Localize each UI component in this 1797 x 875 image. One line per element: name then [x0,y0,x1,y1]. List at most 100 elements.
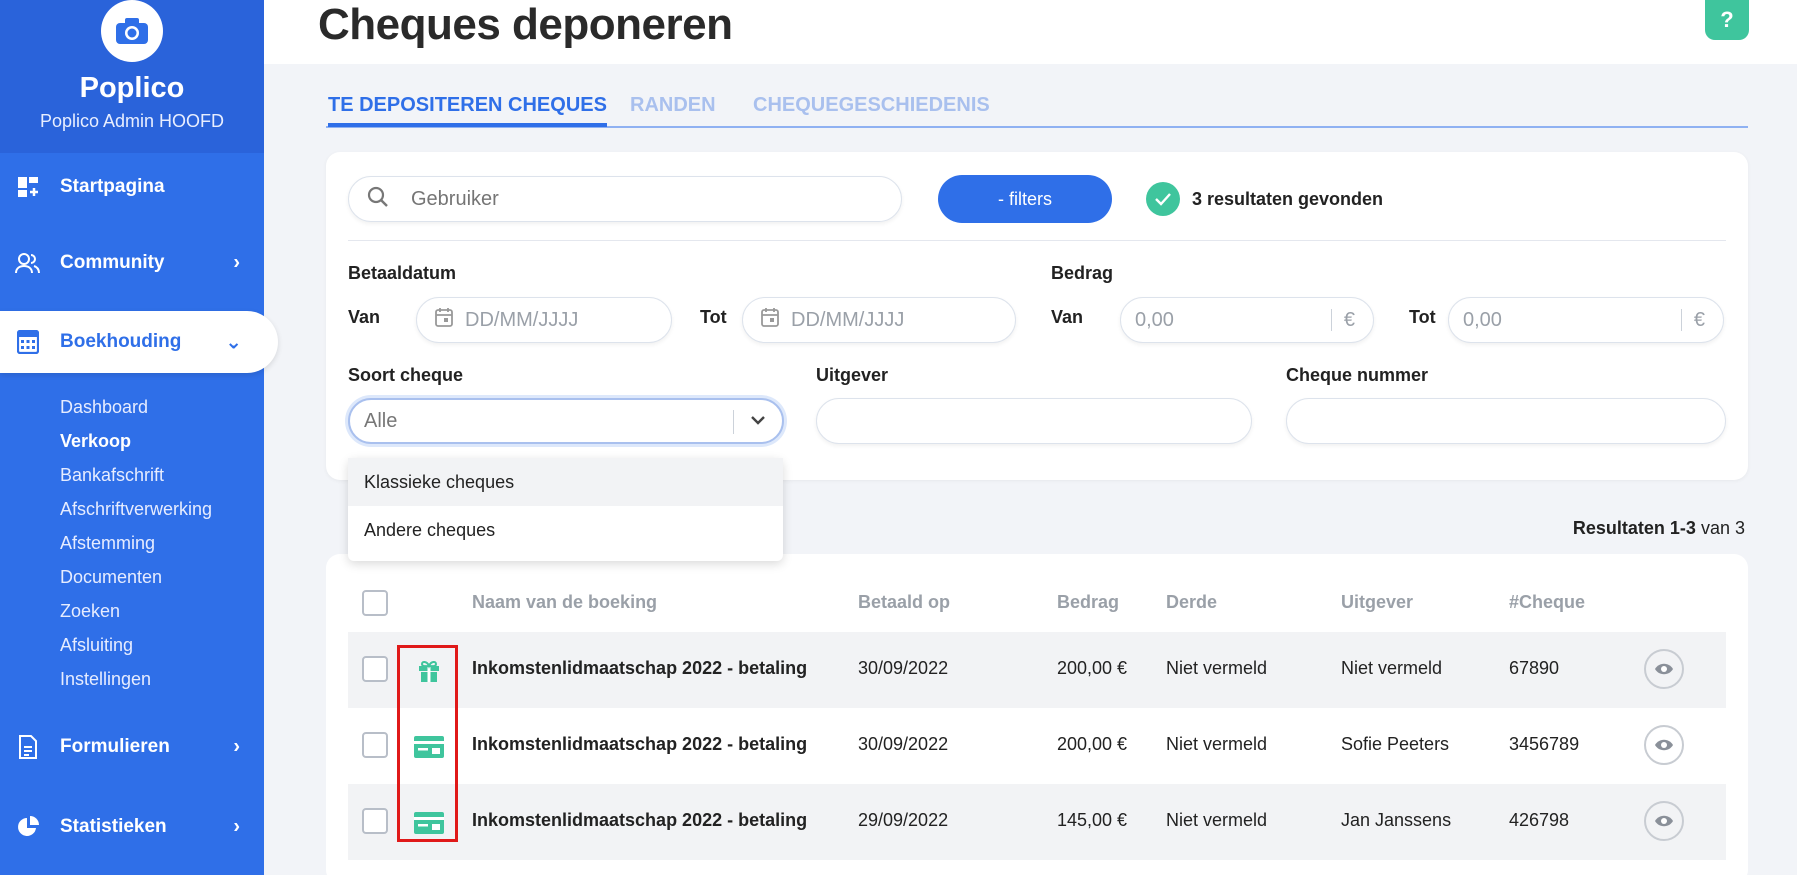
amount-to-field[interactable]: 0,00 € [1448,297,1724,343]
calendar-icon [761,307,779,333]
row-checkbox[interactable] [362,808,388,834]
subnav-item-instellingen[interactable]: Instellingen [60,662,212,696]
date-to-field[interactable]: DD/MM/JJJJ [742,297,1016,343]
sidebar-item-startpagina[interactable]: Startpagina [0,156,264,218]
tab-te-depositeren[interactable]: TE DEPOSITEREN CHEQUES [328,94,607,127]
results-prefix: Resultaten [1572,518,1665,538]
results-range: 1-3 [1669,518,1696,538]
table-row[interactable]: Inkomstenlidmaatschap 2022 - betaling 29… [348,784,1726,860]
app-subtitle: Poplico Admin HOOFD [39,111,225,131]
column-header-derde[interactable]: Derde [1166,592,1217,613]
row-name: Inkomstenlidmaatschap 2022 - betaling [472,734,808,754]
results-text: 3 resultaten gevonden [1192,188,1384,209]
row-date: 30/09/2022 [858,658,949,678]
chevron-down-icon[interactable] [748,409,768,437]
row-date: 30/09/2022 [858,734,949,754]
results-count: Resultaten 1-3 van 3 [1573,518,1745,539]
subnav-item-bankafschrift[interactable]: Bankafschrift [60,458,212,492]
amount-from-placeholder: 0,00 [1135,308,1174,331]
subnav-item-afsluiting[interactable]: Afsluiting [60,628,212,662]
sidebar-item-label: Startpagina [60,176,165,197]
highlight-box [397,645,458,842]
dashboard-icon [14,173,42,201]
soort-cheque-select[interactable]: Alle [348,398,784,444]
amount-from-field[interactable]: 0,00 € [1120,297,1374,343]
users-icon [14,249,42,277]
column-header-bedrag[interactable]: Bedrag [1057,592,1119,613]
camera-icon [101,0,163,62]
subnav-item-verkoop[interactable]: Verkoop [60,424,212,458]
brand: Poplico Poplico Admin HOOFD [0,0,264,153]
eye-icon [1655,739,1673,751]
amount-to-label: Tot [1409,307,1436,327]
view-button[interactable] [1644,725,1684,765]
table-row[interactable]: Inkomstenlidmaatschap 2022 - betaling 30… [348,632,1726,708]
divider [348,240,1726,241]
subnav-item-dashboard[interactable]: Dashboard [60,390,212,424]
calculator-icon [14,328,42,356]
sidebar-item-boekhouding[interactable]: Boekhouding ⌄ [0,311,278,373]
eye-icon [1655,815,1673,827]
tab-chequegeschiedenis[interactable]: CHEQUEGESCHIEDENIS [753,94,990,117]
sidebar-item-label: Community [60,252,165,273]
results-indicator: 3 resultaten gevonden [1146,182,1383,216]
results-suffix: van 3 [1700,518,1745,538]
subnav-item-afschriftverwerking[interactable]: Afschriftverwerking [60,492,212,526]
column-header-naam[interactable]: Naam van de boeking [472,592,657,613]
row-checkbox[interactable] [362,656,388,682]
bedrag-label: Bedrag [1051,263,1114,283]
amount-from-label: Van [1051,307,1084,327]
sidebar-item-community[interactable]: Community › [0,232,264,294]
cheque-nummer-input[interactable] [1286,398,1726,444]
option-andere-cheques[interactable]: Andere cheques [348,506,783,554]
search-box[interactable] [348,176,902,222]
column-header-betaald-op[interactable]: Betaald op [858,592,950,613]
cheques-table: Naam van de boeking Betaald op Bedrag De… [326,554,1748,875]
sidebar: Poplico Poplico Admin HOOFD Startpagina … [0,0,278,875]
currency-symbol: € [1680,309,1705,331]
check-icon [1146,182,1180,216]
view-button[interactable] [1644,649,1684,689]
date-to-placeholder: DD/MM/JJJJ [791,308,905,331]
uitgever-input[interactable] [816,398,1252,444]
help-button[interactable]: ? [1705,0,1749,40]
date-to-label: Tot [700,307,727,327]
sidebar-item-label: Formulieren [60,736,170,757]
view-button[interactable] [1644,801,1684,841]
row-issuer: Sofie Peeters [1341,734,1450,754]
row-issuer: Niet vermeld [1341,658,1443,678]
select-value: Alle [364,409,398,432]
row-amount: 200,00 € [1057,658,1128,678]
eye-icon [1655,663,1673,675]
document-icon [14,733,42,761]
search-input[interactable] [411,187,851,211]
row-name: Inkomstenlidmaatschap 2022 - betaling [472,658,808,678]
subnav-item-afstemming[interactable]: Afstemming [60,526,212,560]
pie-chart-icon [14,813,42,841]
date-from-field[interactable]: DD/MM/JJJJ [416,297,672,343]
row-issuer: Jan Janssens [1341,810,1452,830]
select-all-checkbox[interactable] [362,590,388,616]
subnav-item-documenten[interactable]: Documenten [60,560,212,594]
row-cheque: 3456789 [1509,734,1580,754]
calendar-icon [435,307,453,333]
amount-to-placeholder: 0,00 [1463,308,1502,331]
row-amount: 200,00 € [1057,734,1128,754]
row-date: 29/09/2022 [858,810,949,830]
sidebar-item-statistieken[interactable]: Statistieken › [0,796,264,858]
cheque-nummer-label: Cheque nummer [1286,365,1429,385]
sidebar-item-formulieren[interactable]: Formulieren › [0,716,264,778]
column-header-uitgever[interactable]: Uitgever [1341,592,1413,613]
tab-bar: TE DEPOSITEREN CHEQUES RANDEN CHEQUEGESC… [326,90,1748,128]
sidebar-item-label: Boekhouding [60,331,182,352]
tab-randen[interactable]: RANDEN [630,94,716,117]
filters-button[interactable]: - filters [938,175,1112,223]
soort-cheque-dropdown: Klassieke cheques Andere cheques [348,458,783,561]
column-header-cheque[interactable]: #Cheque [1509,592,1585,613]
row-checkbox[interactable] [362,732,388,758]
table-row[interactable]: Inkomstenlidmaatschap 2022 - betaling 30… [348,708,1726,784]
subnav-item-zoeken[interactable]: Zoeken [60,594,212,628]
option-klassieke-cheques[interactable]: Klassieke cheques [348,458,783,506]
page-title: Cheques deponeren [318,0,733,49]
currency-symbol: € [1330,309,1355,331]
